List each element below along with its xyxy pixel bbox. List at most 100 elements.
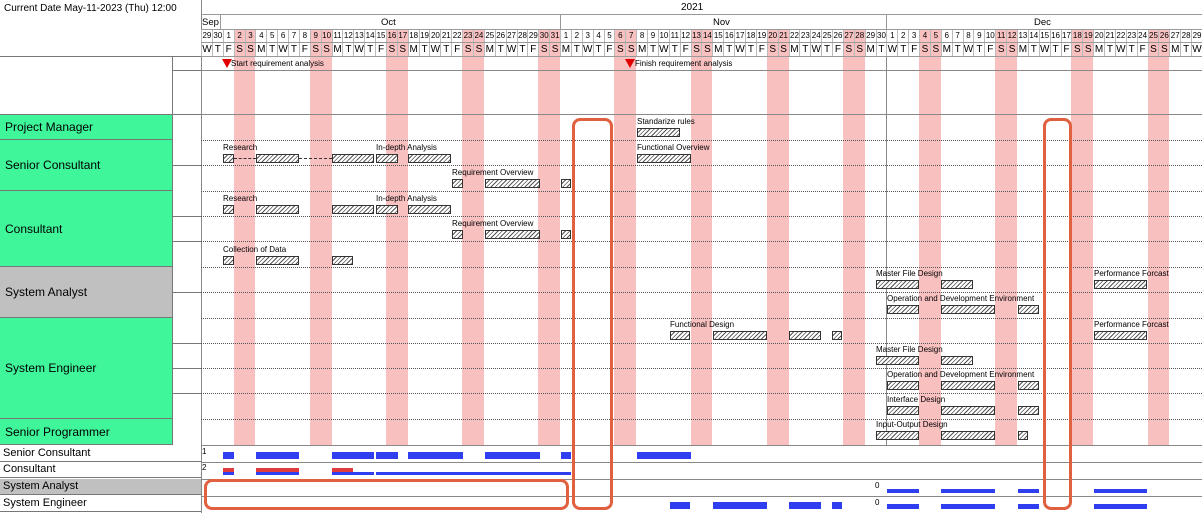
day-number: 21 [777, 30, 789, 42]
task-bar-indepth-analysis[interactable] [408, 154, 451, 163]
task-bar-master-file-design[interactable] [876, 356, 919, 365]
month-divider [220, 15, 221, 29]
resource-row-system-engineer[interactable]: System Engineer [0, 496, 201, 512]
day-number: 14 [1027, 30, 1039, 42]
day-number: 22 [1114, 30, 1126, 42]
task-bar-collection-of-data[interactable] [332, 256, 353, 265]
role-label: Consultant [5, 221, 63, 236]
usage-bar [637, 452, 691, 459]
day-number: 11 [331, 30, 342, 42]
role-row-system-analyst[interactable]: System Analyst [0, 267, 172, 318]
task-bar-interface-design[interactable] [941, 406, 995, 415]
task-bar-operation-environment[interactable] [1018, 305, 1039, 314]
weekend-band [538, 57, 550, 445]
task-bar-research[interactable] [256, 205, 299, 214]
weekend-band [929, 57, 941, 445]
weekday-letter: S [777, 43, 789, 56]
weekday-letter: T [875, 43, 887, 56]
task-bar-functional-design[interactable] [789, 331, 821, 340]
task-bar-functional-overview[interactable] [637, 154, 691, 163]
task-bar-input-output-design[interactable] [876, 431, 919, 440]
task-bar-input-output-design[interactable] [941, 431, 995, 440]
task-bar-requirement-overview[interactable] [485, 179, 540, 188]
task-bar-master-file-design[interactable] [876, 280, 919, 289]
task-bar-requirement-overview[interactable] [561, 179, 571, 188]
task-bar-operation-environment[interactable] [887, 381, 919, 390]
task-bar-requirement-overview[interactable] [452, 179, 463, 188]
day-number: 4 [919, 30, 930, 42]
task-bar-indepth-analysis[interactable] [376, 154, 398, 163]
task-bar-requirement-overview[interactable] [485, 230, 540, 239]
task-bar-collection-of-data[interactable] [223, 256, 234, 265]
task-bar-standardize-rules[interactable] [637, 128, 680, 137]
month-label-dec: Dec [1034, 17, 1051, 28]
task-bar-requirement-overview[interactable] [452, 230, 463, 239]
task-bar-collection-of-data[interactable] [256, 256, 299, 265]
usage-bar [887, 504, 919, 509]
task-bar-operation-environment[interactable] [887, 305, 919, 314]
task-bar-research[interactable] [332, 154, 374, 163]
task-bar-interface-design[interactable] [887, 406, 919, 415]
day-number: 18 [1071, 30, 1082, 42]
usage-bar [887, 489, 919, 493]
resource-row-senior-consultant[interactable]: Senior Consultant [0, 446, 201, 462]
task-label: Operation and Development Environment [887, 370, 1035, 379]
weekday-letter: S [309, 43, 321, 56]
task-bar-requirement-overview[interactable] [561, 230, 571, 239]
day-number: 25 [821, 30, 832, 42]
weekday-letter: W [886, 43, 898, 56]
header-line [201, 14, 1202, 15]
task-bar-operation-environment[interactable] [1018, 381, 1039, 390]
task-bar-operation-environment[interactable] [941, 381, 995, 390]
day-number: 16 [385, 30, 397, 42]
task-bar-research[interactable] [256, 154, 299, 163]
role-row-project-manager[interactable]: Project Manager [0, 115, 172, 140]
task-label: Standarize rules [637, 117, 695, 126]
task-bar-indepth-analysis[interactable] [408, 205, 451, 214]
day-number: 28 [1180, 30, 1191, 42]
task-bar-functional-design[interactable] [832, 331, 842, 340]
day-number: 12 [679, 30, 691, 42]
task-bar-functional-design[interactable] [713, 331, 767, 340]
usage-bar [1018, 504, 1039, 509]
task-bar-indepth-analysis[interactable] [376, 205, 398, 214]
role-row-senior-consultant[interactable]: Senior Consultant [0, 140, 172, 191]
task-bar-research[interactable] [223, 205, 234, 214]
weekday-letter: S [701, 43, 712, 56]
weekday-letter: S [1158, 43, 1169, 56]
day-number: 23 [1125, 30, 1137, 42]
resource-row-system-analyst[interactable]: System Analyst [0, 479, 201, 495]
task-bar-functional-design[interactable] [670, 331, 690, 340]
weekday-letter: S [396, 43, 408, 56]
role-row-consultant[interactable]: Consultant [0, 191, 172, 267]
usage-bar [256, 472, 299, 475]
weekday-letter: M [1017, 43, 1028, 56]
grid-line [201, 70, 1202, 71]
usage-bar [1094, 504, 1147, 509]
highlight-box [572, 118, 613, 510]
resource-row-consultant[interactable]: Consultant [0, 462, 201, 478]
task-bar-research[interactable] [223, 154, 234, 163]
day-number: 29 [527, 30, 538, 42]
month-label-sep: Sep [202, 17, 219, 28]
weekend-band [1082, 57, 1094, 445]
task-bar-performance-forcast[interactable] [1094, 331, 1147, 340]
task-bar-input-output-design[interactable] [1018, 431, 1028, 440]
milestone-marker[interactable] [625, 59, 635, 68]
role-row-system-engineer[interactable]: System Engineer [0, 318, 172, 419]
weekday-letter: F [984, 43, 995, 56]
task-bar-operation-environment[interactable] [941, 305, 995, 314]
task-bar-master-file-design[interactable] [941, 280, 973, 289]
task-bar-research[interactable] [332, 205, 374, 214]
day-number: 9 [973, 30, 984, 42]
weekday-letter: S [385, 43, 397, 56]
task-bar-master-file-design[interactable] [941, 356, 973, 365]
weekday-letter: W [505, 43, 517, 56]
weekday-letter: S [1006, 43, 1017, 56]
role-row-senior-programmer[interactable]: Senior Programmer [0, 419, 172, 445]
weekday-letter: S [549, 43, 560, 56]
weekday-letter: T [1125, 43, 1137, 56]
task-bar-performance-forcast[interactable] [1094, 280, 1147, 289]
task-bar-interface-design[interactable] [1018, 406, 1039, 415]
weekday-letter: W [1191, 43, 1202, 56]
